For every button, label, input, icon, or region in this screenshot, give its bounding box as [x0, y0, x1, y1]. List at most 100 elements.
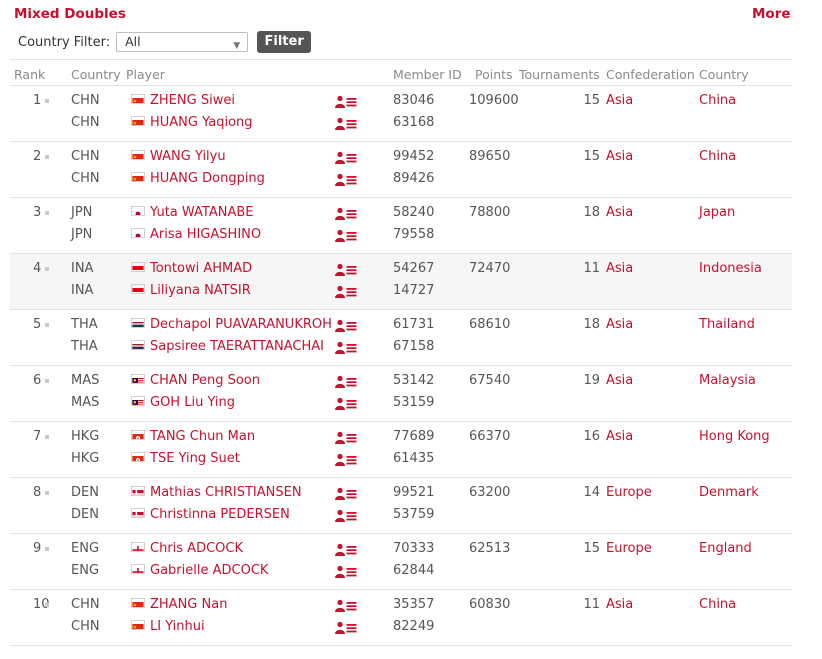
player-name-link[interactable]: Liliyana NATSIR [150, 283, 251, 298]
confederation-link[interactable]: Asia [606, 93, 633, 108]
flag-japan-icon [131, 228, 145, 238]
header-points: Points [475, 67, 513, 82]
confederation-link[interactable]: Asia [606, 373, 633, 388]
player-name-link[interactable]: Dechapol PUAVARANUKROH [150, 317, 332, 332]
country-link[interactable]: China [699, 597, 736, 612]
country-link[interactable]: China [699, 93, 736, 108]
player-profile-icon[interactable] [335, 341, 359, 355]
member-id: 61731 [393, 317, 435, 332]
player-profile-icon[interactable] [335, 207, 359, 221]
player-name-link[interactable]: Christinna PEDERSEN [150, 507, 290, 522]
country-link[interactable]: Indonesia [699, 261, 762, 276]
confederation-link[interactable]: Europe [606, 541, 652, 556]
header-rank: Rank [14, 67, 46, 82]
player-name-link[interactable]: GOH Liu Ying [150, 395, 235, 410]
flag-japan-icon [131, 206, 145, 216]
confederation-link[interactable]: Asia [606, 429, 633, 444]
player-country-code: CHN [71, 171, 100, 186]
player-country-code: MAS [71, 395, 100, 410]
player-name-link[interactable]: Mathias CHRISTIANSEN [150, 485, 302, 500]
player-profile-icon[interactable] [335, 375, 359, 389]
player-profile-icon[interactable] [335, 173, 359, 187]
member-id: 99452 [393, 149, 435, 164]
player-name-link[interactable]: WANG Yilyu [150, 149, 226, 164]
flag-malaysia-icon [131, 374, 145, 384]
player-name-link[interactable]: CHAN Peng Soon [150, 373, 260, 388]
player-profile-icon[interactable] [335, 151, 359, 165]
player-profile-icon[interactable] [335, 397, 359, 411]
country-link[interactable]: Denmark [699, 485, 759, 500]
player-line: CHN HUANG Yaqiong 63168 [10, 113, 792, 135]
player-profile-icon[interactable] [335, 431, 359, 445]
player-name-link[interactable]: Arisa HIGASHINO [150, 227, 261, 242]
player-name-link[interactable]: TSE Ying Suet [150, 451, 240, 466]
player-country-code: CHN [71, 597, 100, 612]
country-filter-select[interactable]: All ▼ [116, 32, 249, 52]
player-profile-icon[interactable] [335, 565, 359, 579]
player-name-link[interactable]: Chris ADCOCK [150, 541, 243, 556]
member-id: 77689 [393, 429, 435, 444]
player-country-code: JPN [71, 205, 93, 220]
table-row: 5 THA Dechapol PUAVARANUKROH 61731 68610 18 As… [10, 309, 792, 365]
confederation-link[interactable]: Asia [606, 261, 633, 276]
tournaments-count: 15 [583, 93, 600, 108]
points: 68610 [469, 317, 511, 332]
confederation-link[interactable]: Asia [606, 205, 633, 220]
player-name-link[interactable]: Gabrielle ADCOCK [150, 563, 268, 578]
player-profile-icon[interactable] [335, 487, 359, 501]
flag-indonesia-icon [131, 262, 145, 272]
points: 89650 [469, 149, 511, 164]
confederation-link[interactable]: Asia [606, 597, 633, 612]
table-bottom-divider [10, 645, 792, 646]
confederation-link[interactable]: Asia [606, 149, 633, 164]
tournaments-count: 15 [583, 541, 600, 556]
player-profile-icon[interactable] [335, 509, 359, 523]
player-line: DEN Christinna PEDERSEN 53759 [10, 505, 792, 527]
points: 66370 [469, 429, 511, 444]
member-id: 82249 [393, 619, 435, 634]
player-profile-icon[interactable] [335, 117, 359, 131]
player-name-link[interactable]: HUANG Yaqiong [150, 115, 253, 130]
country-link[interactable]: Malaysia [699, 373, 756, 388]
player-profile-icon[interactable] [335, 95, 359, 109]
player-name-link[interactable]: Tontowi AHMAD [150, 261, 252, 276]
country-link[interactable]: Japan [699, 205, 735, 220]
country-link[interactable]: China [699, 149, 736, 164]
confederation-link[interactable]: Asia [606, 317, 633, 332]
dropdown-arrow-icon: ▼ [233, 41, 241, 51]
player-country-code: THA [71, 317, 98, 332]
flag-england-icon [131, 542, 145, 552]
filter-button[interactable]: Filter [257, 31, 312, 53]
member-id: 79558 [393, 227, 435, 242]
player-name-link[interactable]: Sapsiree TAERATTANACHAI [150, 339, 324, 354]
player-profile-icon[interactable] [335, 599, 359, 613]
confederation-link[interactable]: Europe [606, 485, 652, 500]
player-profile-icon[interactable] [335, 229, 359, 243]
more-link[interactable]: More [752, 6, 791, 22]
player-name-link[interactable]: TANG Chun Man [150, 429, 255, 444]
player-name-link[interactable]: Yuta WATANABE [150, 205, 254, 220]
player-profile-icon[interactable] [335, 263, 359, 277]
flag-thailand-icon [131, 340, 145, 350]
player-profile-icon[interactable] [335, 453, 359, 467]
player-profile-icon[interactable] [335, 319, 359, 333]
player-name-link[interactable]: HUANG Dongping [150, 171, 265, 186]
tournaments-count: 19 [583, 373, 600, 388]
header-country-code: Country [71, 67, 121, 82]
country-link[interactable]: Hong Kong [699, 429, 770, 444]
member-id: 61435 [393, 451, 435, 466]
player-profile-icon[interactable] [335, 285, 359, 299]
points: 67540 [469, 373, 511, 388]
tournaments-count: 11 [583, 261, 600, 276]
player-profile-icon[interactable] [335, 543, 359, 557]
header-country: Country [699, 67, 749, 82]
country-link[interactable]: Thailand [699, 317, 755, 332]
player-name-link[interactable]: ZHANG Nan [150, 597, 227, 612]
player-name-link[interactable]: ZHENG Siwei [150, 93, 235, 108]
table-row: 4 INA Tontowi AHMAD 54267 72470 11 Asia Indones… [10, 253, 792, 309]
player-name-link[interactable]: LI Yinhui [150, 619, 205, 634]
tournaments-count: 14 [583, 485, 600, 500]
country-link[interactable]: England [699, 541, 752, 556]
player-profile-icon[interactable] [335, 621, 359, 635]
country-filter-bar: Country Filter: All ▼ Filter [18, 31, 312, 53]
